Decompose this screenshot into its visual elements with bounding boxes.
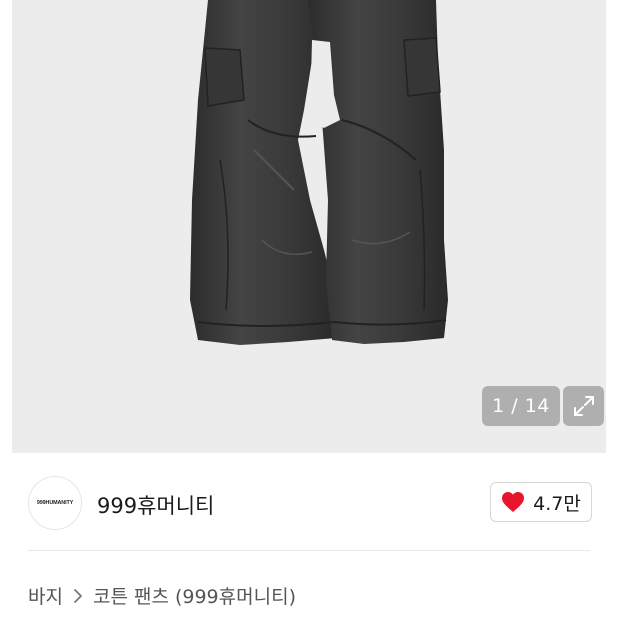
image-counter-text: 1 / 14 (492, 395, 550, 417)
divider (28, 550, 590, 551)
breadcrumb: 바지 코튼 팬츠 (999휴머니티) (28, 582, 296, 609)
breadcrumb-item-subcategory[interactable]: 코튼 팬츠 (999휴머니티) (93, 582, 296, 609)
brand-row: 999HUMANITY 999휴머니티 4.7만 (0, 470, 620, 536)
like-button[interactable]: 4.7만 (490, 482, 592, 522)
brand-logo[interactable]: 999HUMANITY (28, 476, 82, 530)
breadcrumb-item-category[interactable]: 바지 (28, 582, 63, 609)
brand-name[interactable]: 999휴머니티 (97, 490, 214, 520)
brand-logo-text: 999HUMANITY (36, 500, 74, 506)
expand-icon (573, 396, 594, 416)
like-count: 4.7만 (533, 492, 581, 515)
product-image-gallery[interactable]: 1 / 14 (12, 0, 606, 453)
chevron-right-icon (73, 588, 83, 604)
image-counter: 1 / 14 (482, 386, 560, 426)
expand-button[interactable] (563, 386, 604, 426)
heart-icon (502, 492, 525, 512)
